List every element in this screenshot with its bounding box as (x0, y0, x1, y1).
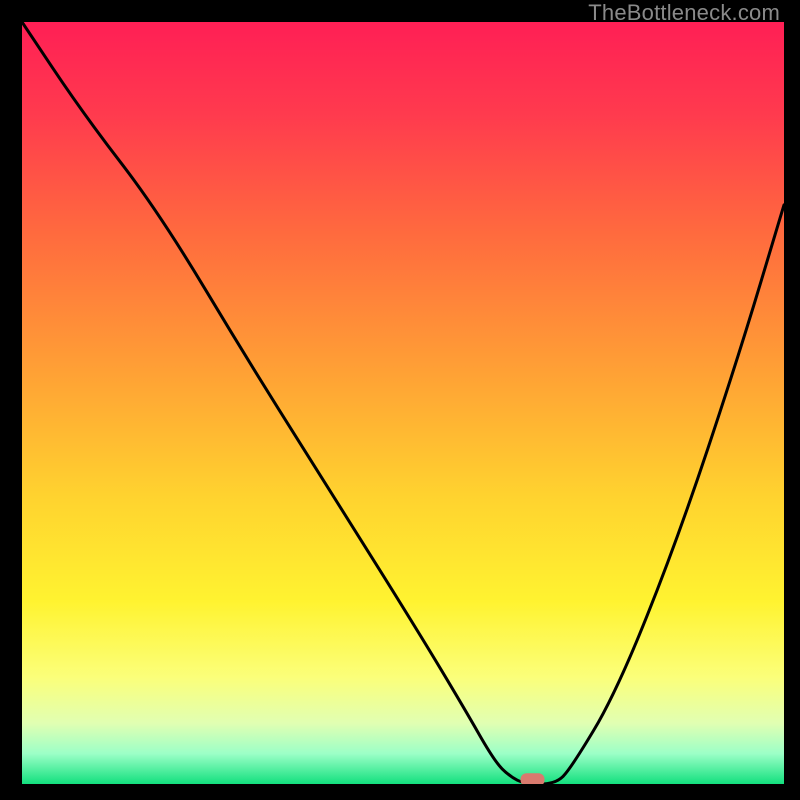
watermark-text: TheBottleneck.com (588, 0, 780, 26)
optimal-point-marker (521, 773, 545, 784)
gradient-background (22, 22, 784, 784)
chart-frame (22, 22, 784, 784)
chart-svg (22, 22, 784, 784)
